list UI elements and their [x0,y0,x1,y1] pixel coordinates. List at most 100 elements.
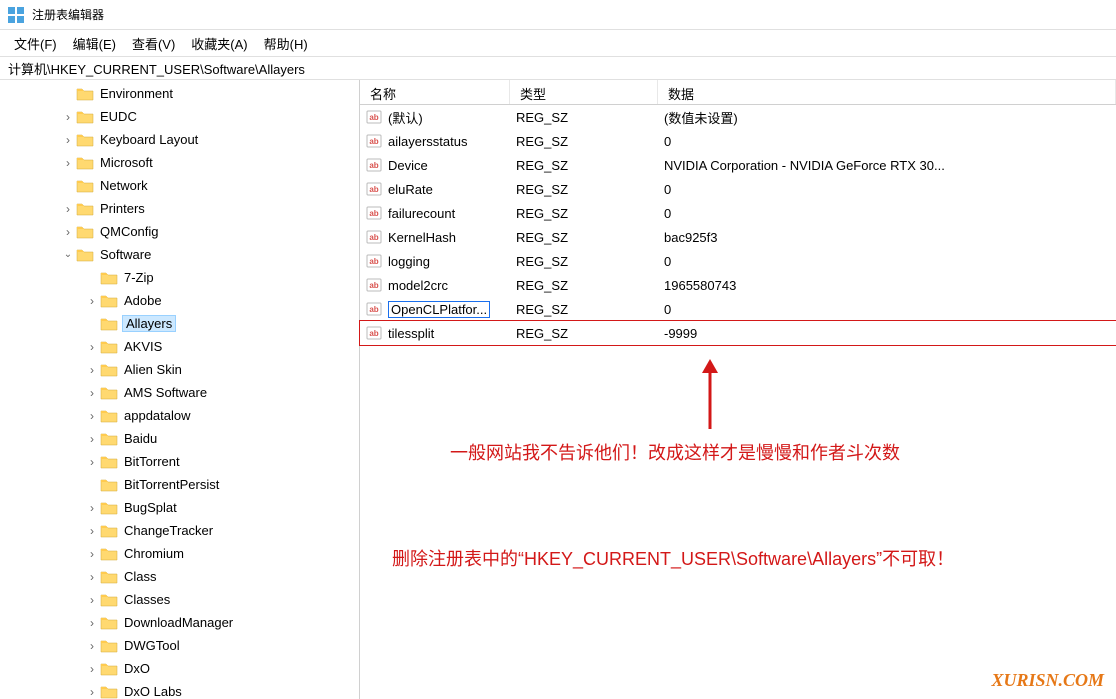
header-type[interactable]: 类型 [510,80,658,104]
tree-item-label: Network [98,177,150,194]
tree-item[interactable]: appdatalow [0,404,359,427]
tree-item[interactable]: Microsoft [0,151,359,174]
tree-item[interactable]: Alien Skin [0,358,359,381]
tree-item[interactable]: BitTorrent [0,450,359,473]
tree-item[interactable]: DxO Labs [0,680,359,699]
folder-icon [100,340,118,354]
expand-icon[interactable] [84,638,100,654]
expand-icon[interactable] [84,385,100,401]
tree-item-label: Class [122,568,159,585]
tree-item[interactable]: Allayers [0,312,359,335]
list-row[interactable]: abDeviceREG_SZNVIDIA Corporation - NVIDI… [360,153,1116,177]
value-name: OpenCLPlatfor... [388,301,490,318]
cell-type: REG_SZ [510,204,658,223]
svg-text:ab: ab [369,161,378,170]
expand-icon[interactable] [60,109,76,125]
value-name: ailayersstatus [388,134,467,149]
tree-item[interactable]: BugSplat [0,496,359,519]
tree-item[interactable]: BitTorrentPersist [0,473,359,496]
expand-icon[interactable] [84,408,100,424]
list-row[interactable]: abloggingREG_SZ0 [360,249,1116,273]
list-row[interactable]: abtilessplitREG_SZ-9999 [360,321,1116,345]
list-row[interactable]: ab(默认)REG_SZ(数值未设置) [360,105,1116,129]
expand-icon[interactable] [84,293,100,309]
folder-icon [100,685,118,699]
expand-icon[interactable] [84,615,100,631]
list-row[interactable]: abOpenCLPlatfor...REG_SZ0 [360,297,1116,321]
tree-item[interactable]: Software [0,243,359,266]
menu-help[interactable]: 帮助(H) [256,30,316,57]
expand-icon[interactable] [84,592,100,608]
expand-icon[interactable] [84,684,100,699]
header-name[interactable]: 名称 [360,80,510,104]
expand-icon[interactable] [60,132,76,148]
tree-item[interactable]: EUDC [0,105,359,128]
cell-data: 0 [658,252,1116,271]
collapse-icon[interactable] [60,247,76,263]
cell-data: 0 [658,132,1116,151]
expand-icon[interactable] [84,339,100,355]
annotation-text-2: 删除注册表中的“HKEY_CURRENT_USER\Software\Allay… [392,545,954,571]
folder-icon [100,409,118,423]
expand-icon[interactable] [84,546,100,562]
expand-icon[interactable] [60,201,76,217]
tree-spacer [84,316,100,332]
expand-icon[interactable] [84,362,100,378]
tree-item[interactable]: QMConfig [0,220,359,243]
tree-item[interactable]: DWGTool [0,634,359,657]
tree-item[interactable]: DownloadManager [0,611,359,634]
tree-item[interactable]: Network [0,174,359,197]
watermark: XURISN.COM [991,670,1104,691]
list-row[interactable]: abKernelHashREG_SZbac925f3 [360,225,1116,249]
tree-item[interactable]: Chromium [0,542,359,565]
tree-item[interactable]: AMS Software [0,381,359,404]
tree-item-label: Printers [98,200,147,217]
expand-icon[interactable] [60,155,76,171]
expand-icon[interactable] [84,500,100,516]
cell-data: 0 [658,300,1116,319]
cell-data: 1965580743 [658,276,1116,295]
list-row[interactable]: abeluRateREG_SZ0 [360,177,1116,201]
reg-string-icon: ab [366,205,382,221]
expand-icon[interactable] [84,523,100,539]
folder-icon [100,294,118,308]
list-header: 名称 类型 数据 [360,80,1116,105]
expand-icon[interactable] [84,661,100,677]
tree-item[interactable]: ChangeTracker [0,519,359,542]
list-row[interactable]: abailayersstatusREG_SZ0 [360,129,1116,153]
tree-item[interactable]: Printers [0,197,359,220]
menu-view[interactable]: 查看(V) [124,30,183,57]
expand-icon[interactable] [84,569,100,585]
expand-icon[interactable] [60,224,76,240]
tree-item[interactable]: Keyboard Layout [0,128,359,151]
tree-item-label: Software [98,246,153,263]
tree-item[interactable]: Adobe [0,289,359,312]
tree-item[interactable]: AKVIS [0,335,359,358]
tree-item[interactable]: Environment [0,82,359,105]
tree-item-label: Environment [98,85,175,102]
header-data[interactable]: 数据 [658,80,1116,104]
tree-item-label: Adobe [122,292,164,309]
folder-icon [76,225,94,239]
list-row[interactable]: abfailurecountREG_SZ0 [360,201,1116,225]
tree-item[interactable]: 7-Zip [0,266,359,289]
list-row[interactable]: abmodel2crcREG_SZ1965580743 [360,273,1116,297]
expand-icon[interactable] [84,454,100,470]
addressbar[interactable]: 计算机\HKEY_CURRENT_USER\Software\Allayers [0,56,1116,80]
menu-favorites[interactable]: 收藏夹(A) [183,30,255,57]
reg-string-icon: ab [366,181,382,197]
tree-panel[interactable]: Environment EUDCKeyboard LayoutMicrosoft N… [0,80,360,699]
menu-file[interactable]: 文件(F) [6,30,65,57]
cell-data: (数值未设置) [658,106,1116,129]
menu-edit[interactable]: 编辑(E) [65,30,124,57]
tree-item[interactable]: DxO [0,657,359,680]
tree-item[interactable]: Classes [0,588,359,611]
expand-icon[interactable] [84,431,100,447]
folder-icon [100,432,118,446]
tree-item-label: Allayers [122,315,176,332]
folder-icon [100,386,118,400]
tree-item[interactable]: Class [0,565,359,588]
tree-item[interactable]: Baidu [0,427,359,450]
value-name: (默认) [388,108,423,127]
folder-icon [76,110,94,124]
